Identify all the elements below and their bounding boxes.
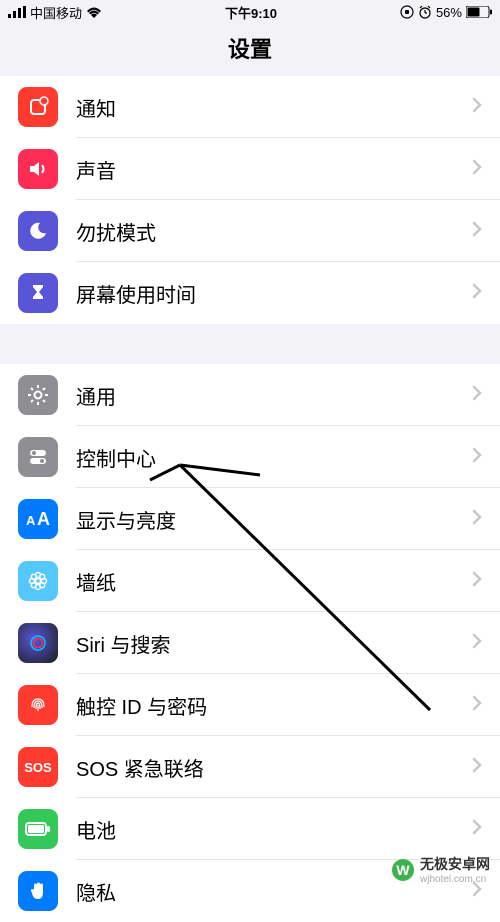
chevron-right-icon bbox=[454, 159, 500, 180]
row-siri[interactable]: Siri 与搜索 bbox=[0, 612, 500, 674]
chevron-right-icon bbox=[454, 221, 500, 242]
row-label: 触控 ID 与密码 bbox=[76, 691, 454, 720]
alarm-icon bbox=[418, 5, 432, 19]
row-wallpaper[interactable]: 墙纸 bbox=[0, 550, 500, 612]
row-label: 墙纸 bbox=[76, 567, 454, 596]
wifi-icon bbox=[86, 6, 102, 18]
chevron-right-icon bbox=[454, 633, 500, 654]
battery-icon bbox=[466, 6, 492, 18]
battery-percent: 56% bbox=[436, 5, 462, 20]
row-general[interactable]: 通用 bbox=[0, 364, 500, 426]
carrier-label: 中国移动 bbox=[30, 3, 82, 22]
row-label: 声音 bbox=[76, 155, 454, 184]
row-battery[interactable]: 电池 bbox=[0, 798, 500, 860]
gear-icon bbox=[18, 375, 58, 415]
chevron-right-icon bbox=[454, 819, 500, 840]
row-notifications[interactable]: 通知 bbox=[0, 76, 500, 138]
chevron-right-icon bbox=[454, 509, 500, 530]
chevron-right-icon bbox=[454, 695, 500, 716]
row-label: 显示与亮度 bbox=[76, 505, 454, 534]
row-dnd[interactable]: 勿扰模式 bbox=[0, 200, 500, 262]
watermark-cn: 无极安卓网 bbox=[420, 854, 490, 874]
row-screentime[interactable]: 屏幕使用时间 bbox=[0, 262, 500, 324]
chevron-right-icon bbox=[454, 283, 500, 304]
chevron-right-icon bbox=[454, 447, 500, 468]
text-size-icon: AA bbox=[18, 499, 58, 539]
settings-section-2: 通用 控制中心 AA 显示与亮度 墙纸 Siri 与搜索 触控 ID 与密码 bbox=[0, 364, 500, 922]
row-sound[interactable]: 声音 bbox=[0, 138, 500, 200]
row-control-center[interactable]: 控制中心 bbox=[0, 426, 500, 488]
sound-icon bbox=[18, 149, 58, 189]
row-sos[interactable]: SOS SOS 紧急联络 bbox=[0, 736, 500, 798]
status-bar: 中国移动 下午9:10 56% bbox=[0, 0, 500, 24]
settings-section-1: 通知 声音 勿扰模式 屏幕使用时间 bbox=[0, 76, 500, 324]
row-label: 通知 bbox=[76, 93, 454, 122]
signal-icon bbox=[8, 6, 26, 18]
watermark-url: wjhotel.com.cn bbox=[420, 874, 490, 885]
row-label: 电池 bbox=[76, 815, 454, 844]
chevron-right-icon bbox=[454, 757, 500, 778]
row-label: 控制中心 bbox=[76, 443, 454, 472]
chevron-right-icon bbox=[454, 571, 500, 592]
status-right: 56% bbox=[400, 5, 492, 20]
svg-text:A: A bbox=[37, 509, 50, 529]
watermark-logo-icon: W bbox=[392, 859, 414, 881]
svg-text:A: A bbox=[26, 513, 36, 528]
row-label: Siri 与搜索 bbox=[76, 629, 454, 658]
status-left: 中国移动 bbox=[8, 3, 102, 22]
row-label: 通用 bbox=[76, 381, 454, 410]
row-label: 屏幕使用时间 bbox=[76, 279, 454, 308]
fingerprint-icon bbox=[18, 685, 58, 725]
flower-icon bbox=[18, 561, 58, 601]
row-label: SOS 紧急联络 bbox=[76, 753, 454, 782]
chevron-right-icon bbox=[454, 385, 500, 406]
row-label: 勿扰模式 bbox=[76, 217, 454, 246]
notifications-icon bbox=[18, 87, 58, 127]
chevron-right-icon bbox=[454, 97, 500, 118]
sos-icon: SOS bbox=[18, 747, 58, 787]
toggles-icon bbox=[18, 437, 58, 477]
status-time: 下午9:10 bbox=[225, 3, 277, 22]
page-title: 设置 bbox=[0, 24, 500, 76]
hourglass-icon bbox=[18, 273, 58, 313]
watermark: W 无极安卓网 wjhotel.com.cn bbox=[392, 854, 490, 885]
row-display[interactable]: AA 显示与亮度 bbox=[0, 488, 500, 550]
hand-icon bbox=[18, 871, 58, 911]
battery-icon bbox=[18, 809, 58, 849]
moon-icon bbox=[18, 211, 58, 251]
row-touchid[interactable]: 触控 ID 与密码 bbox=[0, 674, 500, 736]
rotation-lock-icon bbox=[400, 5, 414, 19]
siri-icon bbox=[18, 623, 58, 663]
